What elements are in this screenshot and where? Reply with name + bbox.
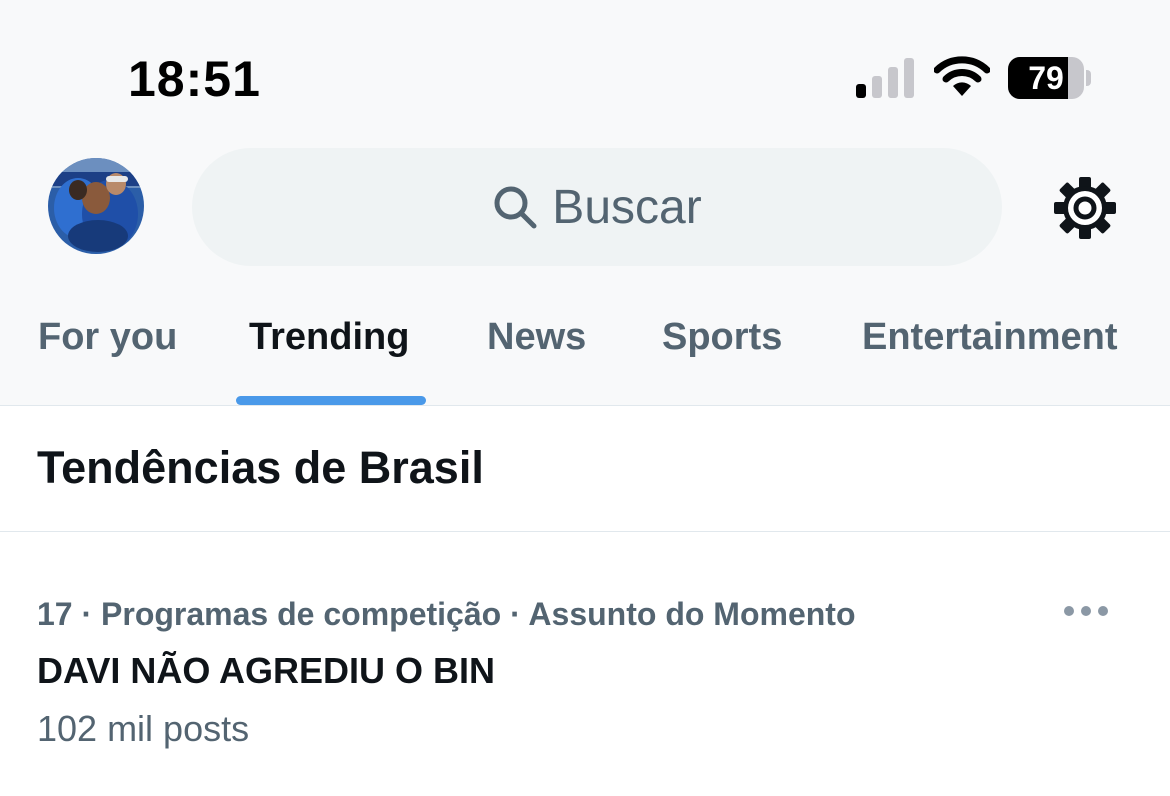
tab-sports[interactable]: Sports bbox=[662, 316, 782, 359]
section-title: Tendências de Brasil bbox=[37, 442, 484, 493]
tab-for-you[interactable]: For you bbox=[38, 316, 177, 359]
search-bar[interactable]: Buscar bbox=[192, 148, 1002, 266]
explore-tabs: For you Trending News Sports Entertainme… bbox=[0, 300, 1170, 405]
trend-title[interactable]: DAVI NÃO AGREDIU O BIN bbox=[37, 650, 495, 692]
avatar[interactable] bbox=[48, 158, 144, 254]
explore-screen: 18:51 79 Buscar For you Trending News Sp… bbox=[0, 0, 1170, 796]
wifi-icon bbox=[934, 56, 990, 96]
tab-trending[interactable]: Trending bbox=[249, 316, 409, 359]
search-icon bbox=[494, 186, 537, 229]
trend-meta: 17 · Programas de competição · Assunto d… bbox=[37, 596, 856, 632]
tab-entertainment[interactable]: Entertainment bbox=[862, 316, 1117, 359]
battery-icon: 79 bbox=[1008, 57, 1084, 99]
status-time: 18:51 bbox=[128, 51, 261, 107]
search-placeholder: Buscar bbox=[552, 180, 702, 234]
cellular-signal-icon bbox=[856, 58, 914, 98]
more-horizontal-icon[interactable] bbox=[1062, 602, 1110, 620]
tab-news[interactable]: News bbox=[487, 316, 586, 359]
battery-nub bbox=[1086, 70, 1091, 86]
profile-photo-avatar bbox=[48, 158, 144, 254]
tabs-divider bbox=[0, 405, 1170, 406]
battery-percentage: 79 bbox=[1028, 60, 1064, 96]
trend-item[interactable]: 17 · Programas de competição · Assunto d… bbox=[0, 532, 1170, 796]
active-tab-indicator bbox=[236, 396, 426, 405]
trend-post-count: 102 mil posts bbox=[37, 708, 250, 749]
gear-icon[interactable] bbox=[1052, 175, 1118, 241]
